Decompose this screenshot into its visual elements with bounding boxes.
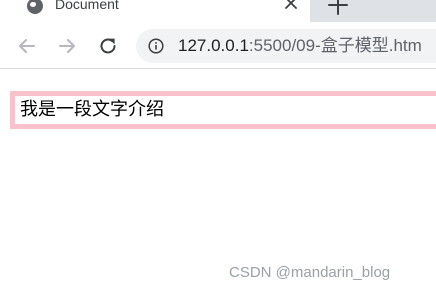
tab-document[interactable]: Document [0, 0, 310, 22]
url-path: :5500/09-盒子模型.htm [248, 36, 422, 55]
tab-strip: Document [0, 0, 436, 22]
watermark: CSDN @mandarin_blog [229, 264, 391, 281]
url-host: 127.0.0.1 [178, 36, 249, 55]
arrow-right-icon[interactable] [55, 34, 79, 58]
browser-toolbar: 127.0.0.1:5500/09-盒子模型.htm [0, 22, 436, 69]
arrow-left-icon[interactable] [15, 34, 39, 58]
intro-box: 我是一段文字介绍 [10, 91, 436, 129]
browser-window: Document 127.0.0.1:5500/09-盒子模型.htm 我是一段… [0, 0, 436, 294]
url-text: 127.0.0.1:5500/09-盒子模型.htm [178, 35, 422, 57]
intro-text: 我是一段文字介绍 [20, 99, 164, 120]
plus-icon[interactable] [325, 0, 351, 18]
close-icon[interactable] [281, 0, 301, 13]
reload-icon[interactable] [96, 34, 120, 58]
info-icon[interactable] [148, 38, 164, 54]
address-bar[interactable]: 127.0.0.1:5500/09-盒子模型.htm [136, 29, 436, 63]
globe-icon [27, 0, 43, 14]
tab-title: Document [55, 0, 119, 12]
